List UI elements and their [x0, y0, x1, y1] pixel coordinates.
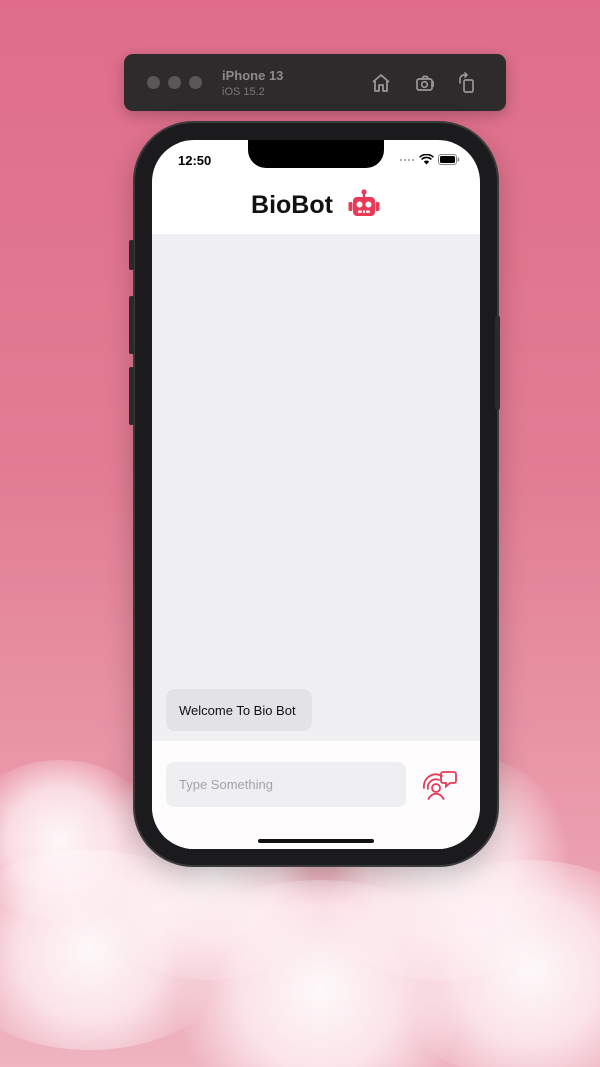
robot-icon	[348, 189, 380, 216]
volume-up-button	[129, 296, 134, 354]
bot-message-bubble: Welcome To Bio Bot	[166, 689, 312, 731]
voice-chat-icon	[423, 771, 457, 800]
desktop-background: iPhone 13 iOS 15.2 12:50 BioBot Welcome …	[0, 0, 600, 1067]
chat-message-list[interactable]: Welcome To Bio Bot	[152, 234, 480, 741]
voice-chat-button[interactable]	[420, 768, 458, 802]
screenshot-icon[interactable]	[413, 71, 437, 95]
wifi-icon	[419, 153, 434, 164]
rotate-icon[interactable]	[455, 71, 479, 95]
zoom-window-button[interactable]	[189, 76, 202, 89]
mute-switch	[129, 240, 134, 270]
home-icon[interactable]	[369, 71, 393, 95]
status-icons	[399, 153, 460, 165]
simulator-os-version: iOS 15.2	[222, 86, 265, 98]
minimize-window-button[interactable]	[168, 76, 181, 89]
close-window-button[interactable]	[147, 76, 160, 89]
app-header: BioBot	[152, 176, 480, 234]
simulator-toolbar: iPhone 13 iOS 15.2	[124, 54, 506, 111]
home-indicator[interactable]	[258, 839, 374, 843]
power-button	[495, 316, 500, 410]
status-time: 12:50	[178, 153, 212, 168]
battery-icon	[438, 153, 460, 165]
phone-screen: 12:50 BioBot Welcome To Bio Bot Type Som…	[152, 140, 480, 849]
signal-icon	[400, 159, 414, 161]
composer-bar	[152, 741, 480, 849]
simulator-device-name: iPhone 13	[222, 68, 284, 83]
camera-notch	[248, 140, 384, 168]
app-title: BioBot	[251, 190, 333, 219]
volume-down-button	[129, 367, 134, 425]
message-input[interactable]	[166, 762, 406, 807]
